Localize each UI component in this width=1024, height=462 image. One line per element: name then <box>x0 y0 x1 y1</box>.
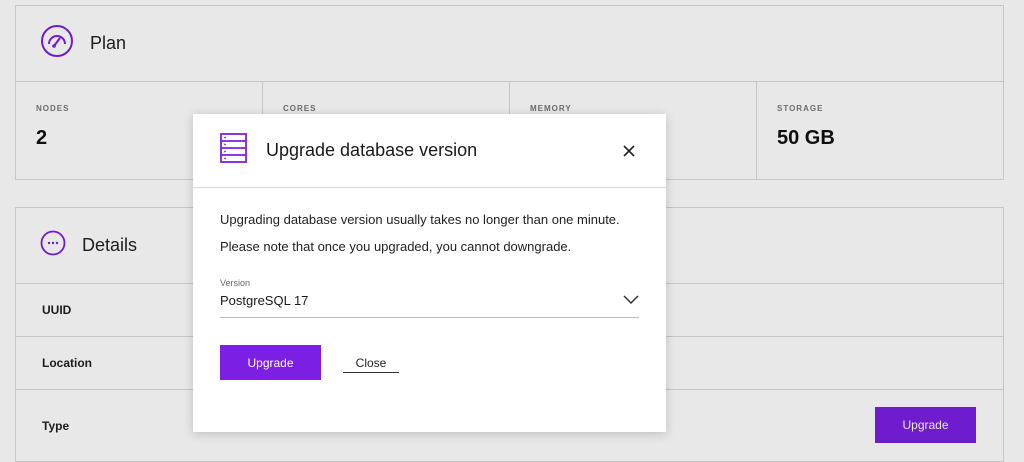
upgrade-modal: Upgrade database version Upgrading datab… <box>193 114 666 432</box>
close-icon[interactable] <box>620 142 638 160</box>
modal-body: Upgrading database version usually takes… <box>193 188 666 380</box>
server-icon <box>220 133 247 168</box>
close-button[interactable]: Close <box>343 353 399 373</box>
modal-description: Upgrading database version usually takes… <box>220 212 620 254</box>
modal-title: Upgrade database version <box>266 140 478 160</box>
version-select[interactable]: Version PostgreSQL 17 <box>220 278 639 318</box>
version-label: Version <box>220 278 251 288</box>
upgrade-button[interactable]: Upgrade <box>220 345 321 380</box>
modal-header: Upgrade database version <box>193 114 666 188</box>
chevron-down-icon[interactable] <box>623 292 639 310</box>
version-value: PostgreSQL 17 <box>220 293 309 308</box>
modal-actions: Upgrade Close <box>220 345 639 380</box>
